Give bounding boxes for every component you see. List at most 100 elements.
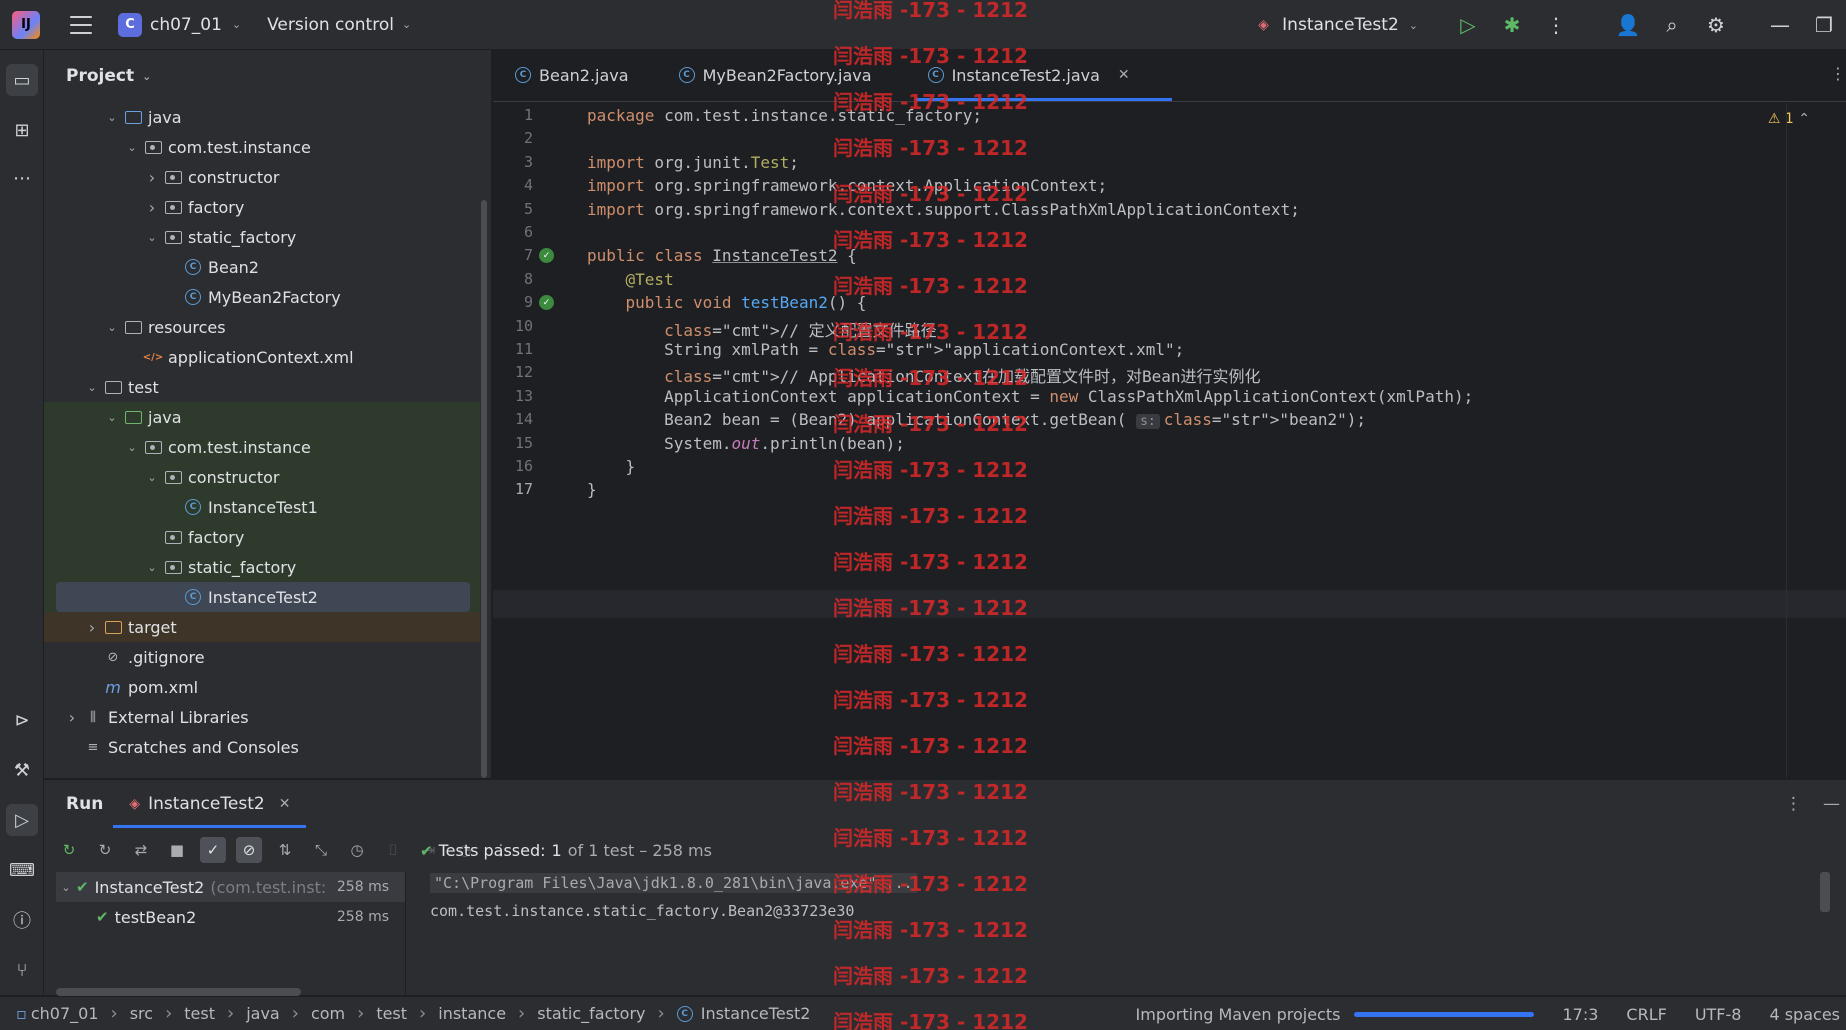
- chevron-down-icon[interactable]: ⌄: [104, 111, 120, 124]
- tree-item[interactable]: </> applicationContext.xml: [44, 342, 480, 372]
- tree-item[interactable]: › factory: [44, 192, 480, 222]
- run-test-gutter-icon[interactable]: ✓: [539, 248, 554, 264]
- version-control-menu[interactable]: Version control ⌄: [267, 15, 411, 35]
- tree-item[interactable]: ⌄ resources: [44, 312, 480, 342]
- chevron-down-icon[interactable]: ⌄: [84, 381, 100, 394]
- rerun-icon[interactable]: ↻: [56, 837, 82, 863]
- breadcrumb-item[interactable]: static_factory: [537, 1004, 645, 1023]
- breadcrumb-item[interactable]: java: [246, 1004, 280, 1023]
- background-task-label[interactable]: Importing Maven projects: [1136, 1005, 1341, 1024]
- sort-icon[interactable]: ⇅: [272, 837, 298, 863]
- show-ignored-icon[interactable]: ⊘: [236, 837, 262, 863]
- main-menu-icon[interactable]: [70, 15, 92, 34]
- editor-tab[interactable]: C Bean2.java: [493, 49, 651, 101]
- history-icon[interactable]: ◷: [344, 837, 370, 863]
- build-icon[interactable]: ⚒: [6, 754, 38, 786]
- tree-item[interactable]: ⊘ .gitignore: [44, 642, 480, 672]
- more-options-icon[interactable]: ⋮: [1785, 794, 1802, 814]
- chevron-down-icon[interactable]: ⌄: [144, 561, 160, 574]
- close-icon[interactable]: ✕: [1118, 67, 1130, 83]
- tree-item[interactable]: ≡ Scratches and Consoles: [44, 732, 480, 762]
- tree-item[interactable]: ⌄ com.test.instance: [44, 432, 480, 462]
- breadcrumb-item[interactable]: instance: [438, 1004, 506, 1023]
- git-icon[interactable]: ⑂: [6, 954, 38, 986]
- run-test-gutter-icon[interactable]: ✓: [539, 295, 554, 311]
- breadcrumb-item[interactable]: test: [184, 1004, 215, 1023]
- project-folder-icon[interactable]: ▭: [6, 64, 38, 96]
- more-tools-icon[interactable]: ⋯: [6, 162, 38, 194]
- code-area[interactable]: ⚠ 1 ⌃ 1 2 3 4 5 6 7 ✓ 8 9 ✓ 10 11 12 13 14 15 16 17 packag…: [493, 103, 1846, 778]
- editor-tab[interactable]: C InstanceTest2.java ✕: [906, 49, 1172, 101]
- chevron-down-icon[interactable]: ⌄: [144, 471, 160, 484]
- console-scrollbar[interactable]: [1820, 872, 1830, 912]
- cursor-position[interactable]: 17:3: [1562, 1005, 1598, 1024]
- search-icon[interactable]: ⌕: [1650, 0, 1694, 50]
- chevron-down-icon[interactable]: ⌄: [144, 231, 160, 244]
- breadcrumb-item[interactable]: com: [311, 1004, 345, 1023]
- show-passed-icon[interactable]: ✓: [200, 837, 226, 863]
- chevron-down-icon[interactable]: ⌄: [104, 411, 120, 424]
- test-row-testbean2[interactable]: ✔ testBean2 258 ms: [56, 902, 405, 932]
- chevron-right-icon[interactable]: ›: [84, 618, 100, 637]
- services-icon[interactable]: ⊳: [6, 704, 38, 736]
- chevron-right-icon[interactable]: ›: [144, 198, 160, 217]
- console-output[interactable]: ✔ Tests passed: 1 of 1 test – 258 ms "C:…: [410, 841, 1846, 996]
- tree-item[interactable]: m pom.xml: [44, 672, 480, 702]
- project-selector[interactable]: C ch07_01 ⌄: [118, 12, 241, 37]
- restore-icon[interactable]: ❐: [1802, 0, 1846, 50]
- chevron-down-icon[interactable]: ⌄: [124, 441, 140, 454]
- breadcrumb-item[interactable]: InstanceTest2: [701, 1004, 811, 1023]
- chevron-right-icon[interactable]: ›: [64, 708, 80, 727]
- minimize-icon[interactable]: —: [1758, 0, 1802, 50]
- project-panel-header[interactable]: Project ⌄: [44, 50, 491, 102]
- terminal-icon[interactable]: ⌨: [6, 854, 38, 886]
- tree-item[interactable]: › ⫼ External Libraries: [44, 702, 480, 732]
- tree-item[interactable]: C InstanceTest2: [44, 582, 480, 612]
- tree-item[interactable]: C InstanceTest1: [44, 492, 480, 522]
- more-actions-icon[interactable]: ⋮: [1534, 0, 1578, 50]
- tab-more-icon[interactable]: ⋮: [1830, 64, 1846, 83]
- tree-item[interactable]: ⌄ static_factory: [44, 552, 480, 582]
- run-tab-instancetest2[interactable]: ◈ InstanceTest2 ✕: [113, 780, 307, 828]
- tree-item[interactable]: › constructor: [44, 162, 480, 192]
- run-config-selector[interactable]: ◈ InstanceTest2 ⌄: [1258, 15, 1418, 35]
- tree-item[interactable]: ⌄ com.test.instance: [44, 132, 480, 162]
- tree-item[interactable]: ⌄ static_factory: [44, 222, 480, 252]
- editor-tab[interactable]: C MyBean2Factory.java: [657, 49, 894, 101]
- tree-item[interactable]: C Bean2: [44, 252, 480, 282]
- indent-setting[interactable]: 4 spaces: [1769, 1005, 1840, 1024]
- hide-panel-icon[interactable]: —: [1823, 794, 1840, 814]
- chevron-down-icon[interactable]: ⌄: [124, 141, 140, 154]
- chevron-down-icon[interactable]: ⌄: [104, 321, 120, 334]
- screenshot-icon[interactable]: ⌷: [380, 837, 406, 863]
- file-encoding[interactable]: UTF-8: [1695, 1005, 1742, 1024]
- close-icon[interactable]: ✕: [279, 796, 291, 812]
- stop-icon[interactable]: ■: [164, 837, 190, 863]
- add-user-icon[interactable]: 👤: [1606, 0, 1650, 50]
- run-button[interactable]: ▷: [1446, 0, 1490, 50]
- debug-button[interactable]: ✱: [1490, 0, 1534, 50]
- tree-item[interactable]: ⌄ java: [44, 102, 480, 132]
- rerun-failed-icon[interactable]: ↻: [92, 837, 118, 863]
- breadcrumb-item[interactable]: ch07_01: [31, 1004, 99, 1023]
- breadcrumb-item[interactable]: src: [130, 1004, 153, 1023]
- tree-item[interactable]: factory: [44, 522, 480, 552]
- structure-icon[interactable]: ⊞: [6, 114, 38, 146]
- collapse-icon[interactable]: ⤡: [308, 837, 334, 863]
- tree-item[interactable]: › target: [44, 612, 480, 642]
- tree-item[interactable]: C MyBean2Factory: [44, 282, 480, 312]
- tree-item[interactable]: ⌄ constructor: [44, 462, 480, 492]
- breadcrumb-item[interactable]: test: [376, 1004, 407, 1023]
- tree-item[interactable]: ⌄ java: [44, 402, 480, 432]
- project-scrollbar[interactable]: [481, 200, 487, 778]
- toggle-auto-test-icon[interactable]: ⇄: [128, 837, 154, 863]
- test-row-instancetest2[interactable]: ⌄ ✔ InstanceTest2 (com.test.inst: 258 ms: [56, 872, 405, 902]
- intellij-logo-icon[interactable]: IJ: [12, 10, 40, 39]
- tree-item[interactable]: ⌄ test: [44, 372, 480, 402]
- test-tree-scrollbar[interactable]: [56, 988, 301, 996]
- chevron-right-icon[interactable]: ›: [144, 168, 160, 187]
- line-separator[interactable]: CRLF: [1626, 1005, 1666, 1024]
- warning-indicator[interactable]: ⚠ 1 ⌃: [1768, 111, 1810, 127]
- settings-gear-icon[interactable]: ⚙: [1694, 0, 1738, 50]
- problems-icon[interactable]: ⓘ: [6, 904, 38, 936]
